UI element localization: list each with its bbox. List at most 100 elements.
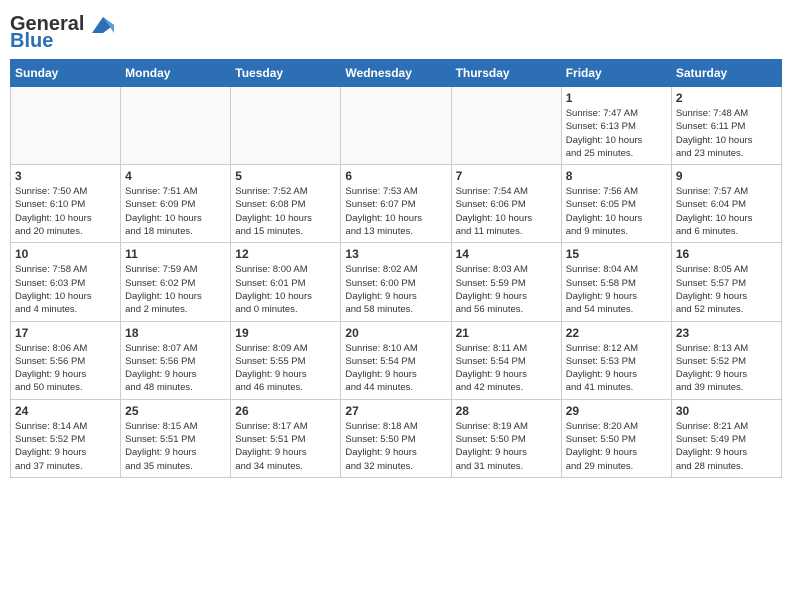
calendar-cell: 26 Sunrise: 8:17 AM Sunset: 5:51 PM Dayli… (231, 399, 341, 477)
calendar-week-4: 17 Sunrise: 8:06 AM Sunset: 5:56 PM Dayli… (11, 321, 782, 399)
calendar-cell: 5 Sunrise: 7:52 AM Sunset: 6:08 PM Daylig… (231, 165, 341, 243)
day-info: Sunrise: 8:09 AM Sunset: 5:55 PM Dayligh… (235, 342, 336, 395)
calendar-cell: 16 Sunrise: 8:05 AM Sunset: 5:57 PM Dayli… (671, 243, 781, 321)
day-info: Sunrise: 7:53 AM Sunset: 6:07 PM Dayligh… (345, 185, 446, 238)
calendar-cell: 9 Sunrise: 7:57 AM Sunset: 6:04 PM Daylig… (671, 165, 781, 243)
day-info: Sunrise: 7:52 AM Sunset: 6:08 PM Dayligh… (235, 185, 336, 238)
day-info: Sunrise: 7:58 AM Sunset: 6:03 PM Dayligh… (15, 263, 116, 316)
calendar-week-5: 24 Sunrise: 8:14 AM Sunset: 5:52 PM Dayli… (11, 399, 782, 477)
calendar-cell: 12 Sunrise: 8:00 AM Sunset: 6:01 PM Dayli… (231, 243, 341, 321)
column-header-saturday: Saturday (671, 60, 781, 87)
calendar-week-2: 3Sunrise: 7:50 AM Sunset: 6:10 PM Daylig… (11, 165, 782, 243)
calendar-cell: 28 Sunrise: 8:19 AM Sunset: 5:50 PM Dayli… (451, 399, 561, 477)
column-header-thursday: Thursday (451, 60, 561, 87)
calendar-cell: 23 Sunrise: 8:13 AM Sunset: 5:52 PM Dayli… (671, 321, 781, 399)
day-number: 24 (15, 404, 116, 418)
calendar-cell: 3Sunrise: 7:50 AM Sunset: 6:10 PM Daylig… (11, 165, 121, 243)
column-header-monday: Monday (121, 60, 231, 87)
day-number: 19 (235, 326, 336, 340)
calendar-cell: 22 Sunrise: 8:12 AM Sunset: 5:53 PM Dayli… (561, 321, 671, 399)
day-info: Sunrise: 8:13 AM Sunset: 5:52 PM Dayligh… (676, 342, 777, 395)
day-info: Sunrise: 8:05 AM Sunset: 5:57 PM Dayligh… (676, 263, 777, 316)
calendar-cell (341, 87, 451, 165)
day-info: Sunrise: 7:48 AM Sunset: 6:11 PM Dayligh… (676, 107, 777, 160)
calendar-cell: 6 Sunrise: 7:53 AM Sunset: 6:07 PM Daylig… (341, 165, 451, 243)
day-info: Sunrise: 7:56 AM Sunset: 6:05 PM Dayligh… (566, 185, 667, 238)
day-number: 27 (345, 404, 446, 418)
header: General Blue (10, 10, 782, 53)
calendar-cell: 21 Sunrise: 8:11 AM Sunset: 5:54 PM Dayli… (451, 321, 561, 399)
calendar-cell: 30Sunrise: 8:21 AM Sunset: 5:49 PM Dayli… (671, 399, 781, 477)
calendar-week-1: 1 Sunrise: 7:47 AM Sunset: 6:13 PM Daylig… (11, 87, 782, 165)
day-number: 22 (566, 326, 667, 340)
day-number: 29 (566, 404, 667, 418)
calendar-cell: 27 Sunrise: 8:18 AM Sunset: 5:50 PM Dayli… (341, 399, 451, 477)
calendar-cell (231, 87, 341, 165)
day-info: Sunrise: 7:57 AM Sunset: 6:04 PM Dayligh… (676, 185, 777, 238)
day-info: Sunrise: 8:20 AM Sunset: 5:50 PM Dayligh… (566, 420, 667, 473)
day-info: Sunrise: 8:06 AM Sunset: 5:56 PM Dayligh… (15, 342, 116, 395)
day-number: 20 (345, 326, 446, 340)
day-info: Sunrise: 8:03 AM Sunset: 5:59 PM Dayligh… (456, 263, 557, 316)
day-number: 16 (676, 247, 777, 261)
day-number: 25 (125, 404, 226, 418)
calendar-cell: 13 Sunrise: 8:02 AM Sunset: 6:00 PM Dayli… (341, 243, 451, 321)
calendar-week-3: 10 Sunrise: 7:58 AM Sunset: 6:03 PM Dayli… (11, 243, 782, 321)
day-number: 8 (566, 169, 667, 183)
day-info: Sunrise: 8:14 AM Sunset: 5:52 PM Dayligh… (15, 420, 116, 473)
day-number: 14 (456, 247, 557, 261)
day-info: Sunrise: 8:10 AM Sunset: 5:54 PM Dayligh… (345, 342, 446, 395)
calendar-cell: 8 Sunrise: 7:56 AM Sunset: 6:05 PM Daylig… (561, 165, 671, 243)
day-number: 1 (566, 91, 667, 105)
day-info: Sunrise: 8:07 AM Sunset: 5:56 PM Dayligh… (125, 342, 226, 395)
calendar-header-row: SundayMondayTuesdayWednesdayThursdayFrid… (11, 60, 782, 87)
calendar-cell: 14 Sunrise: 8:03 AM Sunset: 5:59 PM Dayli… (451, 243, 561, 321)
day-number: 21 (456, 326, 557, 340)
calendar-cell: 15Sunrise: 8:04 AM Sunset: 5:58 PM Dayli… (561, 243, 671, 321)
day-number: 18 (125, 326, 226, 340)
calendar-cell: 1 Sunrise: 7:47 AM Sunset: 6:13 PM Daylig… (561, 87, 671, 165)
day-info: Sunrise: 8:15 AM Sunset: 5:51 PM Dayligh… (125, 420, 226, 473)
day-number: 28 (456, 404, 557, 418)
day-info: Sunrise: 8:02 AM Sunset: 6:00 PM Dayligh… (345, 263, 446, 316)
day-number: 4 (125, 169, 226, 183)
day-number: 6 (345, 169, 446, 183)
calendar-cell: 24 Sunrise: 8:14 AM Sunset: 5:52 PM Dayli… (11, 399, 121, 477)
day-info: Sunrise: 8:18 AM Sunset: 5:50 PM Dayligh… (345, 420, 446, 473)
calendar-cell: 2 Sunrise: 7:48 AM Sunset: 6:11 PM Daylig… (671, 87, 781, 165)
day-number: 30 (676, 404, 777, 418)
day-number: 13 (345, 247, 446, 261)
column-header-friday: Friday (561, 60, 671, 87)
day-number: 3 (15, 169, 116, 183)
day-number: 17 (15, 326, 116, 340)
day-info: Sunrise: 8:00 AM Sunset: 6:01 PM Dayligh… (235, 263, 336, 316)
calendar-cell: 18 Sunrise: 8:07 AM Sunset: 5:56 PM Dayli… (121, 321, 231, 399)
day-info: Sunrise: 8:12 AM Sunset: 5:53 PM Dayligh… (566, 342, 667, 395)
day-number: 9 (676, 169, 777, 183)
day-info: Sunrise: 8:04 AM Sunset: 5:58 PM Dayligh… (566, 263, 667, 316)
day-number: 23 (676, 326, 777, 340)
day-info: Sunrise: 8:17 AM Sunset: 5:51 PM Dayligh… (235, 420, 336, 473)
calendar-cell: 29 Sunrise: 8:20 AM Sunset: 5:50 PM Dayli… (561, 399, 671, 477)
day-number: 10 (15, 247, 116, 261)
calendar-cell: 25 Sunrise: 8:15 AM Sunset: 5:51 PM Dayli… (121, 399, 231, 477)
day-number: 11 (125, 247, 226, 261)
calendar-cell: 19 Sunrise: 8:09 AM Sunset: 5:55 PM Dayli… (231, 321, 341, 399)
calendar-cell: 11Sunrise: 7:59 AM Sunset: 6:02 PM Dayli… (121, 243, 231, 321)
day-info: Sunrise: 7:51 AM Sunset: 6:09 PM Dayligh… (125, 185, 226, 238)
column-header-sunday: Sunday (11, 60, 121, 87)
calendar-cell: 20 Sunrise: 8:10 AM Sunset: 5:54 PM Dayli… (341, 321, 451, 399)
column-header-wednesday: Wednesday (341, 60, 451, 87)
day-info: Sunrise: 8:11 AM Sunset: 5:54 PM Dayligh… (456, 342, 557, 395)
day-info: Sunrise: 7:47 AM Sunset: 6:13 PM Dayligh… (566, 107, 667, 160)
day-info: Sunrise: 7:54 AM Sunset: 6:06 PM Dayligh… (456, 185, 557, 238)
calendar-cell: 7Sunrise: 7:54 AM Sunset: 6:06 PM Daylig… (451, 165, 561, 243)
day-number: 5 (235, 169, 336, 183)
column-header-tuesday: Tuesday (231, 60, 341, 87)
day-number: 26 (235, 404, 336, 418)
day-info: Sunrise: 8:19 AM Sunset: 5:50 PM Dayligh… (456, 420, 557, 473)
day-number: 12 (235, 247, 336, 261)
calendar-cell: 17 Sunrise: 8:06 AM Sunset: 5:56 PM Dayli… (11, 321, 121, 399)
day-number: 2 (676, 91, 777, 105)
logo-icon (92, 17, 114, 33)
